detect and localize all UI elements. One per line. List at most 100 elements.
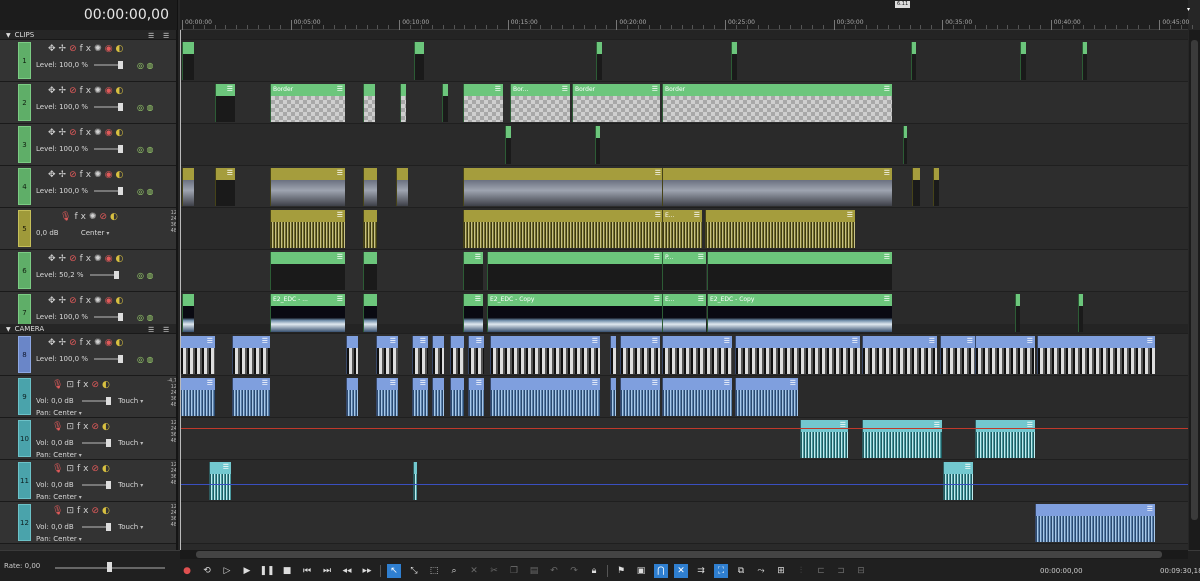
solo-icon[interactable]: ◉: [105, 170, 116, 180]
timeline-clip[interactable]: [610, 378, 616, 416]
timeline-clip[interactable]: ☰: [862, 336, 937, 374]
fx-icon[interactable]: fx: [77, 464, 92, 474]
fx-icon[interactable]: fx: [80, 170, 95, 180]
track-color-icon[interactable]: ◐: [116, 296, 127, 306]
clip-menu-icon[interactable]: ☰: [929, 337, 935, 346]
pan-dropdown-icon[interactable]: ▾: [79, 536, 82, 543]
clip-menu-icon[interactable]: ☰: [390, 337, 396, 346]
track-number[interactable]: 1: [18, 42, 31, 79]
timeline-clip[interactable]: Border ☰: [270, 84, 345, 122]
fx-icon[interactable]: fx: [80, 338, 95, 348]
timeline-clip[interactable]: ☰: [735, 336, 860, 374]
timeline-clip[interactable]: [912, 168, 920, 206]
clip-menu-icon[interactable]: ☰: [884, 85, 890, 94]
compositing-icon[interactable]: ✥: [48, 128, 59, 138]
level-slider[interactable]: [94, 103, 123, 111]
clip-menu-icon[interactable]: ☰: [698, 295, 704, 304]
solo-icon[interactable]: ◐: [102, 380, 113, 390]
timeline-clip[interactable]: [363, 210, 377, 248]
timeline-clip[interactable]: ☰: [215, 168, 235, 206]
marker-flag[interactable]: 6.11: [895, 1, 911, 8]
timeline-clip[interactable]: ☰: [800, 420, 848, 458]
timeline-clip[interactable]: ☰: [180, 336, 215, 374]
timeline-clip[interactable]: P... ☰: [662, 252, 706, 290]
clip-menu-icon[interactable]: ☰: [592, 337, 598, 346]
track-header-5[interactable]: 5 🎙︎fx✺⊘◐ 0,0 dB Center ▾ 12 24 36 48: [0, 208, 176, 250]
clip-menu-icon[interactable]: ☰: [227, 85, 233, 94]
level-control[interactable]: Level: 100,0 %: [36, 313, 123, 321]
timeline-clip[interactable]: ☰: [463, 84, 503, 122]
redo-icon[interactable]: ↷: [567, 564, 581, 578]
fx-icon[interactable]: fx: [77, 422, 92, 432]
track-color-icon[interactable]: ◐: [116, 44, 127, 54]
paste-icon[interactable]: ▤: [527, 564, 541, 578]
track-header-4[interactable]: 4 ✥✢⊘fx✺◉◐ Level: 100,0 % ◎ ◍: [0, 166, 176, 208]
vertical-scroll-thumb[interactable]: [1191, 40, 1198, 520]
timeline-clip[interactable]: [1082, 42, 1087, 80]
auto-ripple-icon[interactable]: ⤳: [754, 564, 768, 578]
snapping-icon[interactable]: ⋂: [654, 564, 668, 578]
solo-icon[interactable]: ◐: [110, 212, 121, 222]
clip-menu-icon[interactable]: ☰: [495, 85, 501, 94]
timeline-clip[interactable]: [450, 378, 464, 416]
timeline-clip[interactable]: [1078, 294, 1083, 332]
track-number[interactable]: 6: [18, 252, 31, 289]
mute-icon[interactable]: ⊘: [99, 212, 110, 222]
timeline-clip[interactable]: [1020, 42, 1026, 80]
timeline-clip[interactable]: ☰: [940, 336, 975, 374]
play-from-start-icon[interactable]: ▷: [220, 564, 234, 578]
timecode-display[interactable]: 00:00:00,00: [84, 7, 169, 23]
timeline-clip[interactable]: ☰: [463, 252, 483, 290]
timeline-clip[interactable]: ☰: [463, 294, 483, 332]
clip-menu-icon[interactable]: ☰: [337, 211, 343, 220]
clip-menu-icon[interactable]: ☰: [337, 85, 343, 94]
trim-icon[interactable]: ✂: [487, 564, 501, 578]
pan-dropdown-icon[interactable]: ▾: [106, 230, 109, 237]
level-slider[interactable]: [89, 271, 119, 279]
composite-mode-icon[interactable]: ◎ ◍: [137, 145, 154, 154]
clip-menu-icon[interactable]: ☰: [420, 379, 426, 388]
mute-icon[interactable]: ⊘: [69, 86, 80, 96]
timeline-clip[interactable]: E... ☰: [662, 294, 706, 332]
track-header-10[interactable]: 10 🎙︎⊡fx⊘◐ Vol: 0,0 dB Touch ▾ Pan: Center ▾ 1…: [0, 418, 176, 460]
fx-icon[interactable]: fx: [77, 380, 92, 390]
timeline-clip[interactable]: [346, 336, 358, 374]
compositing-icon[interactable]: ✥: [48, 338, 59, 348]
pan-dropdown-icon[interactable]: ▾: [79, 494, 82, 501]
track-group-header[interactable]: ▼ CLIPS ☰ ☰: [0, 30, 176, 40]
solo-icon[interactable]: ◉: [105, 128, 116, 138]
composite-mode-icon[interactable]: ◎ ◍: [137, 187, 154, 196]
pan-control[interactable]: Pan: Center ▾: [36, 535, 82, 543]
timeline-clip[interactable]: E2_EDC - Copy ☰: [487, 294, 662, 332]
effects-icon[interactable]: ✺: [94, 44, 105, 54]
arm-record-icon[interactable]: 🎙︎: [52, 506, 66, 516]
timeline-clip[interactable]: ☰: [620, 336, 660, 374]
timeline-clip[interactable]: [182, 42, 194, 80]
mute-icon[interactable]: ⊘: [69, 170, 80, 180]
stop-icon[interactable]: ■: [280, 564, 294, 578]
timeline-clip[interactable]: [182, 168, 194, 206]
envelope-icon[interactable]: ⊡: [66, 464, 77, 474]
horizontal-scroll-thumb[interactable]: [196, 551, 1162, 558]
pan-envelope-line[interactable]: [180, 484, 1188, 485]
timeline-clip[interactable]: Border ☰: [662, 84, 892, 122]
ignore-grouping-icon[interactable]: ⧉: [734, 564, 748, 578]
automation-dropdown-icon[interactable]: ▾: [140, 524, 143, 531]
fx-icon[interactable]: fx: [74, 212, 89, 222]
pan-control[interactable]: Pan: Center ▾: [36, 451, 82, 459]
prev-frame-icon[interactable]: ◂◂: [340, 564, 354, 578]
timeline-clip[interactable]: ☰: [490, 336, 600, 374]
track-lane-3[interactable]: [180, 124, 1188, 166]
composite-mode-icon[interactable]: ◎ ◍: [137, 355, 154, 364]
timeline-clip[interactable]: Bor... ☰: [510, 84, 570, 122]
timeline-clip[interactable]: ☰: [270, 210, 345, 248]
track-color-icon[interactable]: ◐: [116, 338, 127, 348]
clip-menu-icon[interactable]: ☰: [652, 337, 658, 346]
composite-mode-icon[interactable]: ◎ ◍: [137, 313, 154, 322]
clip-menu-icon[interactable]: ☰: [207, 379, 213, 388]
automation-dropdown-icon[interactable]: ▾: [140, 440, 143, 447]
effects-icon[interactable]: ✺: [94, 170, 105, 180]
timeline-clip[interactable]: ☰: [376, 378, 398, 416]
mute-icon[interactable]: ⊘: [91, 464, 102, 474]
timeline-clip[interactable]: [595, 126, 600, 164]
